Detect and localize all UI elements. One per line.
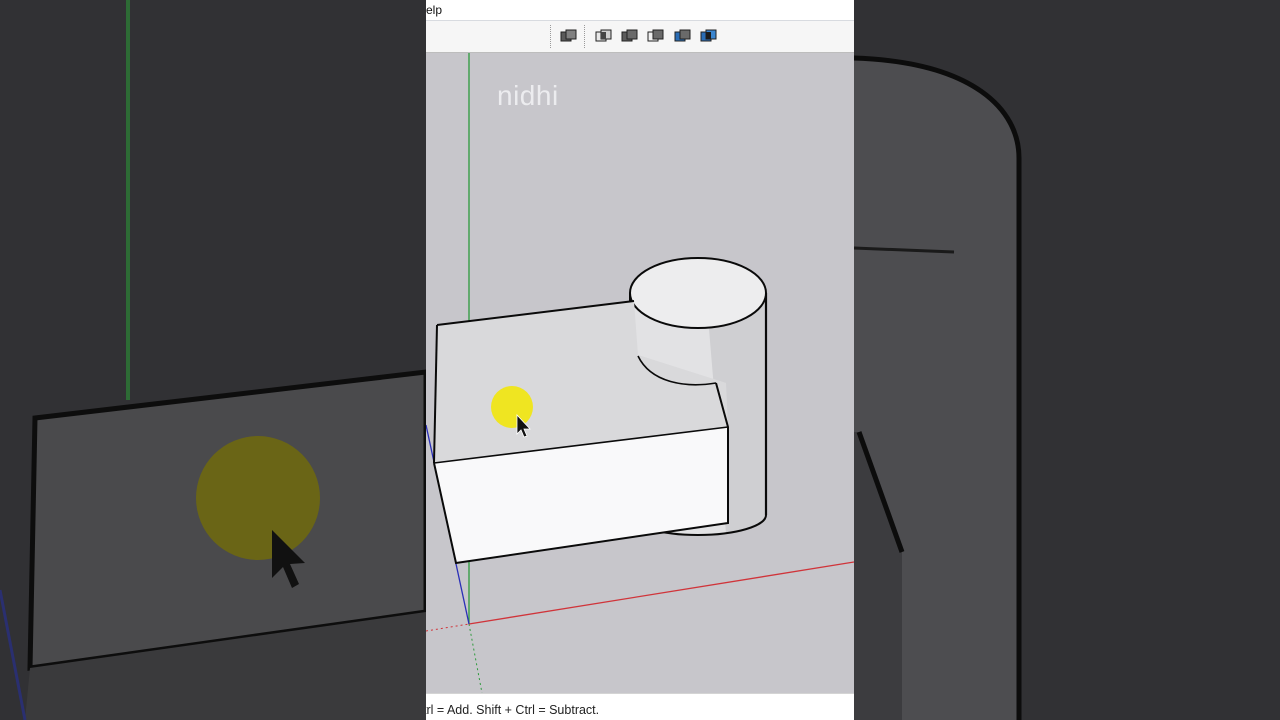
outer-shell-icon[interactable] <box>559 27 578 46</box>
click-highlight <box>491 386 533 428</box>
status-bar: trl = Add. Shift + Ctrl = Subtract. <box>426 693 854 720</box>
sketchup-window: elp nidhi trl = Add. Shift + Ctrl = Subt… <box>426 0 854 720</box>
union-icon[interactable] <box>620 27 639 46</box>
menu-bar: elp <box>426 0 854 21</box>
status-hint: trl = Add. Shift + Ctrl = Subtract. <box>426 703 600 717</box>
intersect-icon[interactable] <box>594 27 613 46</box>
subtract-icon[interactable] <box>646 27 665 46</box>
modeling-viewport[interactable]: nidhi <box>426 53 854 693</box>
red-axis <box>468 561 854 625</box>
split-icon[interactable] <box>699 27 718 46</box>
watermark-text: nidhi <box>497 80 559 111</box>
green-axis-dotted <box>468 623 483 693</box>
red-axis-dotted <box>426 623 470 632</box>
toolbar-separator <box>584 25 585 48</box>
solid-tools-toolbar <box>426 21 854 53</box>
background-left-blur <box>0 0 426 720</box>
menu-help[interactable]: elp <box>426 0 442 20</box>
toolbar-grip[interactable] <box>550 25 551 48</box>
trim-icon[interactable] <box>673 27 692 46</box>
background-right-blur <box>854 0 1280 720</box>
